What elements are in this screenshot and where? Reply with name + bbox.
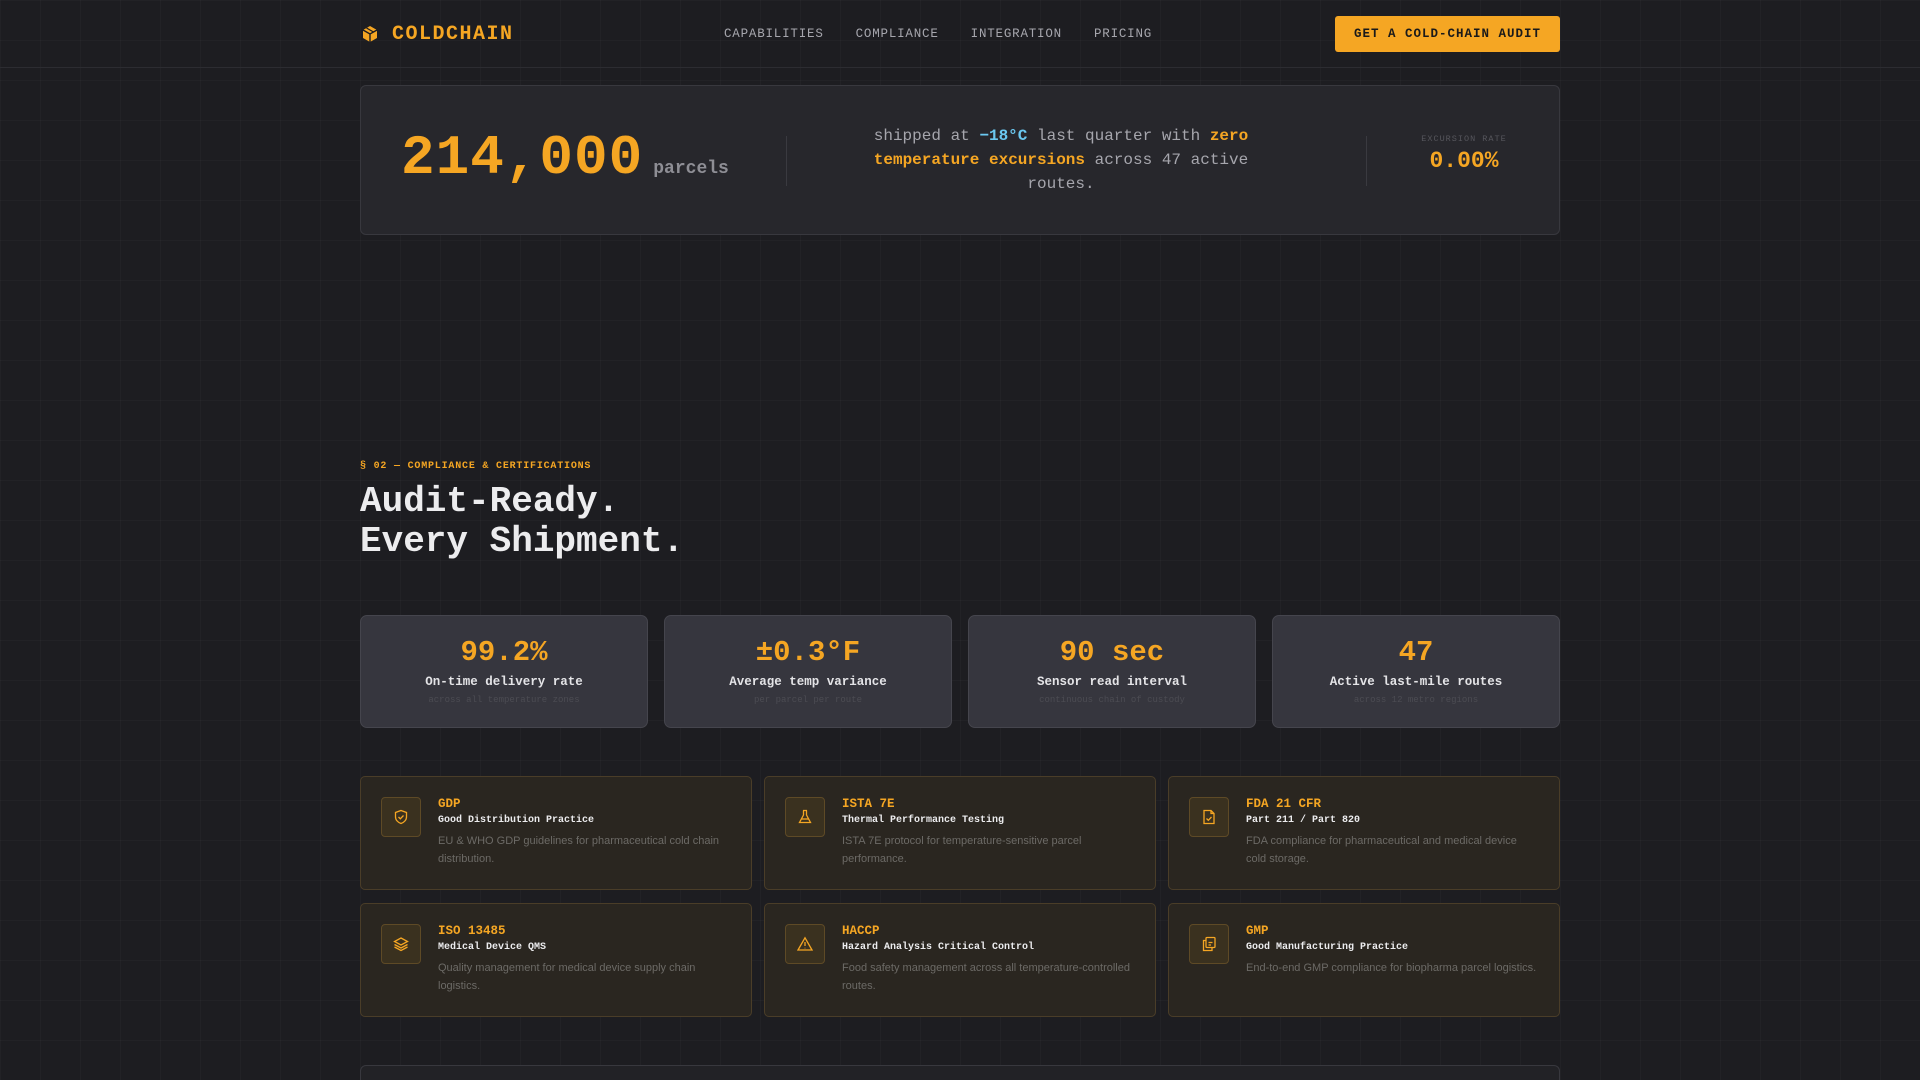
layers-icon xyxy=(381,924,421,964)
metric-label: On-time delivery rate xyxy=(425,675,583,689)
divider xyxy=(786,136,787,186)
cert-code: FDA 21 CFR xyxy=(1246,797,1322,811)
cert-code: GMP xyxy=(1246,924,1269,938)
section-title-line-1: Audit-Ready. xyxy=(360,481,620,522)
cert-code: HACCP xyxy=(842,924,880,938)
cold-chain-audit-button[interactable]: GET A COLD-CHAIN AUDIT xyxy=(1335,16,1560,52)
brand-logo[interactable]: COLDCHAIN xyxy=(360,23,514,46)
cert-description: EU & WHO GDP guidelines for pharmaceutic… xyxy=(438,835,720,865)
cert-description: Food safety management across all temper… xyxy=(842,962,1130,992)
hero-text-mid: last quarter with xyxy=(1027,127,1210,145)
metric-card: 99.2% On-time delivery rate across all t… xyxy=(360,615,648,728)
cert-code: GDP xyxy=(438,797,461,811)
metric-value: ±0.3°F xyxy=(755,636,861,669)
cert-card-gmp: GMP Good Manufacturing Practice End-to-e… xyxy=(1168,903,1560,1017)
metric-sublabel: across all temperature zones xyxy=(428,695,580,705)
clipboard-icon xyxy=(1189,924,1229,964)
cert-card-haccp: HACCP Hazard Analysis Critical Control F… xyxy=(764,903,1156,1017)
cert-description: Quality management for medical device su… xyxy=(438,962,696,992)
metric-card: 90 sec Sensor read interval continuous c… xyxy=(968,615,1256,728)
cert-description: End-to-end GMP compliance for biopharma … xyxy=(1246,962,1537,974)
metric-card: ±0.3°F Average temp variance per parcel … xyxy=(664,615,952,728)
box-icon xyxy=(360,24,380,44)
cert-card-gdp: GDP Good Distribution Practice EU & WHO … xyxy=(360,776,752,890)
shield-icon xyxy=(381,797,421,837)
cert-code: ISO 13485 xyxy=(438,924,506,938)
cert-name: Good Manufacturing Practice xyxy=(1246,942,1409,953)
metric-label: Average temp variance xyxy=(729,675,887,689)
next-section-panel xyxy=(360,1065,1560,1080)
parcel-count: 214,000 parcels xyxy=(401,126,729,190)
hero-summary: shipped at −18°C last quarter with zero … xyxy=(861,124,1261,196)
divider xyxy=(1366,136,1367,186)
hero-stat-panel: 214,000 parcels shipped at −18°C last qu… xyxy=(360,85,1560,235)
excursion-rate-label: EXCURSION RATE xyxy=(1421,134,1507,144)
cert-card-iso: ISO 13485 Medical Device QMS Quality man… xyxy=(360,903,752,1017)
metric-card: 47 Active last-mile routes across 12 met… xyxy=(1272,615,1560,728)
metric-value: 47 xyxy=(1398,636,1434,669)
top-navigation: COLDCHAIN CAPABILITIES COMPLIANCE INTEGR… xyxy=(0,0,1920,68)
cert-name: Good Distribution Practice xyxy=(438,815,595,826)
cert-description: FDA compliance for pharmaceutical and me… xyxy=(1246,835,1517,865)
nav-link-compliance[interactable]: COMPLIANCE xyxy=(856,27,939,41)
certifications-grid: GDP Good Distribution Practice EU & WHO … xyxy=(360,776,1560,1017)
metric-value: 99.2% xyxy=(460,636,548,669)
section-title-line-2: Every Shipment. xyxy=(360,521,685,562)
metric-sublabel: per parcel per route xyxy=(753,695,863,705)
cert-code: ISTA 7E xyxy=(842,797,895,811)
document-check-icon xyxy=(1189,797,1229,837)
metric-value: 90 sec xyxy=(1059,636,1165,669)
flask-icon xyxy=(785,797,825,837)
nav-link-pricing[interactable]: PRICING xyxy=(1094,27,1152,41)
metric-label: Active last-mile routes xyxy=(1329,675,1503,689)
section-title: Audit-Ready. Every Shipment. xyxy=(360,482,684,562)
parcel-count-number: 214,000 xyxy=(401,126,644,190)
cert-card-fda: FDA 21 CFR Part 211 / Part 820 FDA compl… xyxy=(1168,776,1560,890)
cert-name: Hazard Analysis Critical Control xyxy=(842,942,1035,953)
brand-name: COLDCHAIN xyxy=(392,22,514,46)
cert-description: ISTA 7E protocol for temperature-sensiti… xyxy=(842,835,1082,865)
nav-links: CAPABILITIES COMPLIANCE INTEGRATION PRIC… xyxy=(724,27,1152,41)
metric-sublabel: continuous chain of custody xyxy=(1039,695,1185,705)
cert-name: Part 211 / Part 820 xyxy=(1246,815,1361,826)
section-tag: § 02 — COMPLIANCE & CERTIFICATIONS xyxy=(360,461,592,472)
nav-link-capabilities[interactable]: CAPABILITIES xyxy=(724,27,824,41)
nav-link-integration[interactable]: INTEGRATION xyxy=(971,27,1062,41)
metric-label: Sensor read interval xyxy=(1036,675,1188,689)
excursion-rate-value: 0.00% xyxy=(1429,148,1499,174)
hero-temperature: −18°C xyxy=(979,127,1028,145)
cert-name: Medical Device QMS xyxy=(438,942,547,953)
cert-name: Thermal Performance Testing xyxy=(842,815,1005,826)
hero-text-pre: shipped at xyxy=(873,127,980,145)
metrics-row: 99.2% On-time delivery rate across all t… xyxy=(360,615,1560,728)
metric-sublabel: across 12 metro regions xyxy=(1353,695,1479,705)
excursion-rate: EXCURSION RATE 0.00% xyxy=(1409,134,1519,174)
parcel-count-unit: parcels xyxy=(653,159,729,179)
cert-card-ista: ISTA 7E Thermal Performance Testing ISTA… xyxy=(764,776,1156,890)
warning-icon xyxy=(785,924,825,964)
